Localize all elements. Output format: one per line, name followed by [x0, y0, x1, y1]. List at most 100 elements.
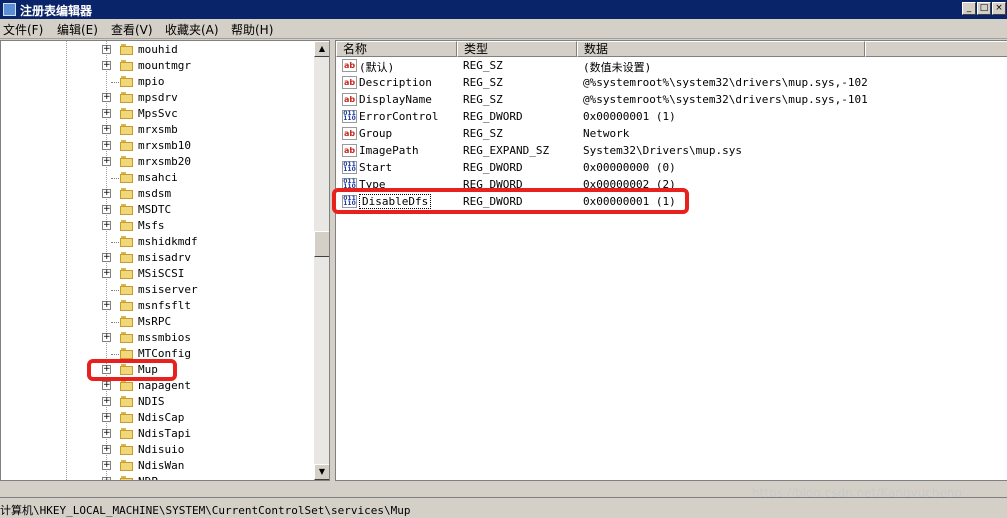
- value-row[interactable]: ab Description REG_SZ @%systemroot%\system3…: [336, 74, 1007, 91]
- tree-item-label: mrxsmb: [138, 123, 178, 136]
- tree-item-label: NDIS: [138, 395, 165, 408]
- expand-plus-icon[interactable]: +: [102, 269, 111, 278]
- expand-plus-icon[interactable]: +: [102, 301, 111, 310]
- folder-icon: [120, 124, 133, 135]
- expand-plus-icon[interactable]: +: [102, 205, 111, 214]
- value-name: ErrorControl: [359, 110, 439, 123]
- expand-plus-icon[interactable]: +: [102, 221, 111, 230]
- folder-icon: [120, 252, 133, 263]
- tree-item-label: mrxsmb20: [138, 155, 191, 168]
- value-data: (数值未设置): [583, 61, 652, 74]
- tree-item-ndistapi[interactable]: + NdisTapi: [1, 426, 313, 442]
- folder-icon: [120, 92, 133, 103]
- tree-item-msiscsi[interactable]: + MSiSCSI: [1, 266, 313, 282]
- value-row[interactable]: ab (默认) REG_SZ (数值未设置): [336, 57, 1007, 74]
- tree-item-msisadrv[interactable]: + msisadrv: [1, 250, 313, 266]
- value-row[interactable]: 011 110 Start REG_DWORD 0x00000000 (0): [336, 159, 1007, 176]
- expand-plus-icon[interactable]: +: [102, 109, 111, 118]
- menu-help[interactable]: 帮助(H): [231, 21, 273, 38]
- expand-plus-icon[interactable]: +: [102, 93, 111, 102]
- expand-plus-icon[interactable]: +: [102, 397, 111, 406]
- folder-icon: [120, 204, 133, 215]
- tree-item-label: mrxsmb10: [138, 139, 191, 152]
- value-row[interactable]: ab Group REG_SZ Network: [336, 125, 1007, 142]
- tree-item-mountmgr[interactable]: + mountmgr: [1, 58, 313, 74]
- expand-plus-icon[interactable]: +: [102, 157, 111, 166]
- column-header-name[interactable]: 名称: [336, 41, 457, 57]
- folder-icon: [120, 396, 133, 407]
- tree-item-mpio[interactable]: mpio: [1, 74, 313, 90]
- tree-item-ndp[interactable]: +NDP: [1, 474, 313, 480]
- folder-icon: [120, 332, 133, 343]
- maximize-button[interactable]: □: [977, 2, 991, 15]
- title-bar: 注册表编辑器 _ □ ×: [0, 0, 1007, 19]
- expand-plus-icon[interactable]: +: [102, 413, 111, 422]
- value-row[interactable]: ab ImagePath REG_EXPAND_SZ System32\Drivers…: [336, 142, 1007, 159]
- expand-plus-icon[interactable]: +: [102, 45, 111, 54]
- tree-item-mouhid[interactable]: + mouhid: [1, 42, 313, 58]
- expand-plus-icon[interactable]: +: [102, 141, 111, 150]
- tree-item-mssmbios[interactable]: + mssmbios: [1, 330, 313, 346]
- tree-item-ndis[interactable]: + NDIS: [1, 394, 313, 410]
- menu-view[interactable]: 查看(V): [111, 21, 153, 38]
- tree-item-msdtc[interactable]: + MSDTC: [1, 202, 313, 218]
- expand-plus-icon[interactable]: +: [102, 253, 111, 262]
- tree-item-mpssvc[interactable]: + MpsSvc: [1, 106, 313, 122]
- string-value-icon: ab: [342, 93, 357, 106]
- tree-item-label: MpsSvc: [138, 107, 178, 120]
- scroll-thumb[interactable]: [314, 231, 329, 257]
- tree-item-ndiscap[interactable]: + NdisCap: [1, 410, 313, 426]
- expand-plus-icon[interactable]: +: [102, 461, 111, 470]
- tree-item-label: MSiSCSI: [138, 267, 185, 280]
- expand-plus-icon[interactable]: +: [102, 61, 111, 70]
- expand-plus-icon[interactable]: +: [102, 333, 111, 342]
- tree-item-msfs[interactable]: + Msfs: [1, 218, 313, 234]
- tree-item-msnfsflt[interactable]: + msnfsflt: [1, 298, 313, 314]
- tree-item-msahci[interactable]: msahci: [1, 170, 313, 186]
- registry-key-tree[interactable]: + mouhid + mountmgr mpio + mpsdrv + MpsSvc + mrxsm…: [0, 40, 330, 481]
- menu-edit[interactable]: 编辑(E): [57, 21, 98, 38]
- tree-item-label: msisadrv: [138, 251, 191, 264]
- menu-file[interactable]: 文件(F): [3, 21, 43, 38]
- close-button[interactable]: ×: [992, 2, 1006, 15]
- string-value-icon: ab: [342, 127, 357, 140]
- expand-plus-icon[interactable]: +: [102, 429, 111, 438]
- scroll-up-arrow-icon[interactable]: ▲: [314, 41, 329, 57]
- minimize-button[interactable]: _: [962, 2, 976, 15]
- column-header-type[interactable]: 类型: [457, 41, 577, 57]
- tree-item-msdsm[interactable]: + msdsm: [1, 186, 313, 202]
- expand-plus-icon[interactable]: +: [102, 445, 111, 454]
- tree-item-mpsdrv[interactable]: + mpsdrv: [1, 90, 313, 106]
- tree-connector: [111, 242, 119, 243]
- tree-vertical-scrollbar[interactable]: ▲ ▼: [314, 41, 329, 480]
- expand-plus-icon[interactable]: +: [102, 189, 111, 198]
- tree-item-mrxsmb10[interactable]: + mrxsmb10: [1, 138, 313, 154]
- folder-icon: [120, 316, 133, 327]
- value-name: (默认): [359, 61, 395, 74]
- highlight-box-disabledfs: [332, 188, 689, 214]
- tree-connector: [111, 322, 119, 323]
- tree-item-label: Msfs: [138, 219, 165, 232]
- registry-value-list[interactable]: 名称 类型 数据 ab (默认) REG_SZ (数值未设置) ab Descriptio…: [335, 40, 1007, 481]
- value-row[interactable]: ab DisplayName REG_SZ @%systemroot%\system3…: [336, 91, 1007, 108]
- tree-item-mrxsmb20[interactable]: + mrxsmb20: [1, 154, 313, 170]
- window-title: 注册表编辑器: [20, 4, 93, 18]
- tree-item-label: mpio: [138, 75, 165, 88]
- scroll-down-arrow-icon[interactable]: ▼: [314, 464, 329, 480]
- tree-item-mshidkmdf[interactable]: mshidkmdf: [1, 234, 313, 250]
- column-header-data[interactable]: 数据: [577, 41, 865, 57]
- tree-connector: [111, 354, 119, 355]
- tree-item-msiserver[interactable]: msiserver: [1, 282, 313, 298]
- value-row[interactable]: 011 110 ErrorControl REG_DWORD 0x00000001 (…: [336, 108, 1007, 125]
- tree-item-label: msnfsflt: [138, 299, 191, 312]
- tree-item-mrxsmb[interactable]: + mrxsmb: [1, 122, 313, 138]
- folder-icon: [120, 108, 133, 119]
- menu-favorites[interactable]: 收藏夹(A): [165, 21, 219, 38]
- expand-plus-icon[interactable]: +: [102, 125, 111, 134]
- expand-plus-icon[interactable]: +: [102, 381, 111, 390]
- tree-item-ndiswan[interactable]: + NdisWan: [1, 458, 313, 474]
- value-name: Description: [359, 76, 432, 89]
- tree-item-msrpc[interactable]: MsRPC: [1, 314, 313, 330]
- folder-icon: [120, 172, 133, 183]
- tree-item-ndisuio[interactable]: + Ndisuio: [1, 442, 313, 458]
